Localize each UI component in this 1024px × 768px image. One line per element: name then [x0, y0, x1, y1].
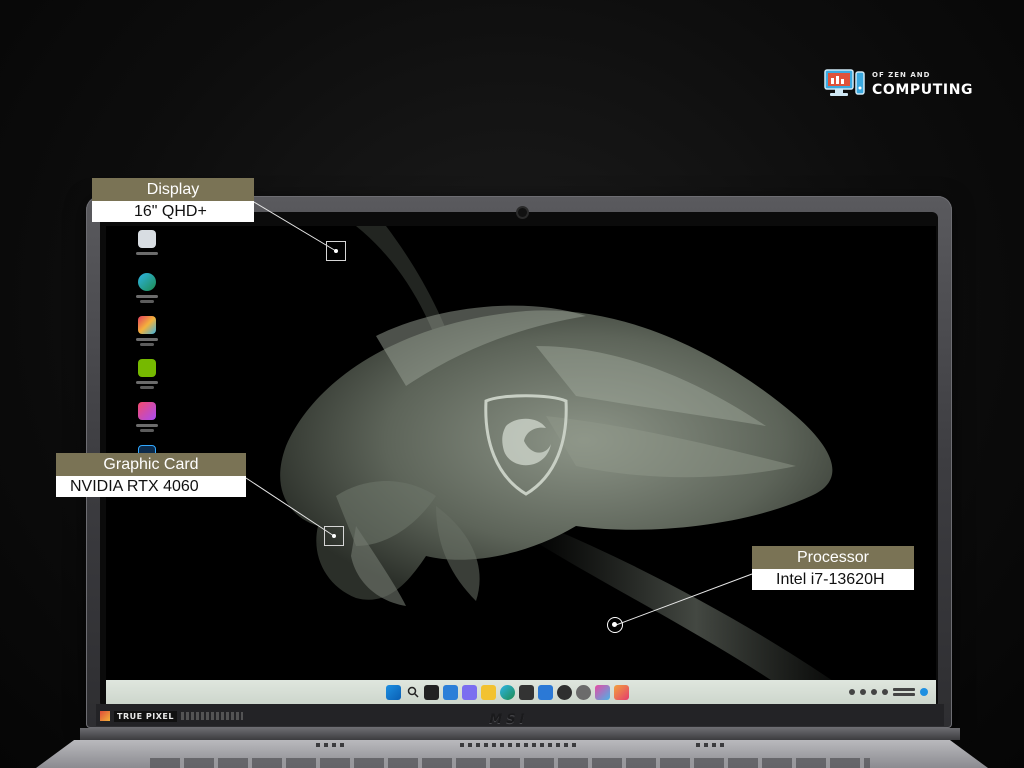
- site-logo: OF ZEN AND COMPUTING: [824, 68, 973, 100]
- photo-stage: OF ZEN AND COMPUTING TRUE PIXEL MSI Disp…: [0, 0, 1024, 768]
- store-icon[interactable]: [519, 684, 534, 700]
- callout-processor: Processor Intel i7-13620H: [752, 546, 914, 590]
- file-explorer-icon[interactable]: [481, 684, 496, 700]
- wing-artwork: [280, 305, 833, 606]
- callout-graphic-card-value: NVIDIA RTX 4060: [56, 476, 246, 497]
- callout-display-value: 16" QHD+: [92, 201, 254, 222]
- desktop-icon-column: [130, 230, 164, 488]
- edge-icon[interactable]: [500, 684, 515, 700]
- true-pixel-badge: TRUE PIXEL: [100, 710, 243, 722]
- taskbar-apps: [386, 683, 629, 701]
- badge-fine-print: [180, 712, 243, 720]
- mail-icon[interactable]: [538, 684, 553, 700]
- task-view-icon[interactable]: [424, 684, 439, 700]
- notification-icon[interactable]: [920, 688, 928, 696]
- paint-icon[interactable]: [614, 684, 629, 700]
- chat-icon[interactable]: [462, 684, 477, 700]
- laptop-hinge: [80, 728, 960, 740]
- true-pixel-logo-icon: [100, 711, 110, 721]
- msi-wordmark: MSI: [487, 712, 530, 727]
- volume-icon[interactable]: [871, 689, 877, 695]
- webcam-icon: [518, 208, 527, 217]
- vent-center: [460, 743, 580, 747]
- true-pixel-label: TRUE PIXEL: [114, 710, 177, 722]
- system-tray: [849, 684, 928, 700]
- vent-right: [696, 743, 728, 747]
- wifi-icon[interactable]: [860, 689, 866, 695]
- brand-name: COMPUTING: [872, 81, 974, 98]
- search-icon[interactable]: [405, 685, 420, 700]
- nvidia-icon[interactable]: [130, 359, 164, 399]
- callout-processor-title: Processor: [752, 546, 914, 569]
- cpu-marker: [607, 617, 623, 633]
- battery-icon[interactable]: [882, 689, 888, 695]
- widgets-icon[interactable]: [443, 684, 458, 700]
- windows-start-icon[interactable]: [386, 684, 401, 700]
- msi-true-color-icon[interactable]: [130, 316, 164, 356]
- edge-icon[interactable]: [130, 273, 164, 313]
- callout-processor-value: Intel i7-13620H: [752, 569, 914, 590]
- xbox-icon[interactable]: [557, 684, 572, 700]
- vent-left: [316, 743, 348, 747]
- taskbar: [106, 680, 936, 704]
- display-marker: [326, 241, 346, 261]
- callout-graphic-card: Graphic Card NVIDIA RTX 4060: [56, 453, 246, 497]
- callout-display: Display 16" QHD+: [92, 178, 254, 222]
- clock[interactable]: [893, 688, 915, 696]
- callout-display-title: Display: [92, 178, 254, 201]
- gpu-marker: [324, 526, 344, 546]
- brand-tagline: OF ZEN AND: [872, 70, 931, 79]
- chevron-up-icon[interactable]: [849, 689, 855, 695]
- photos-icon[interactable]: [595, 684, 610, 700]
- callout-graphic-card-title: Graphic Card: [56, 453, 246, 476]
- keyboard-keys: [150, 758, 870, 768]
- computer-monitor-icon: [824, 68, 866, 100]
- recycle-bin-icon[interactable]: [130, 230, 164, 270]
- adobe-creative-cloud-icon[interactable]: [130, 402, 164, 442]
- settings-icon[interactable]: [576, 684, 591, 700]
